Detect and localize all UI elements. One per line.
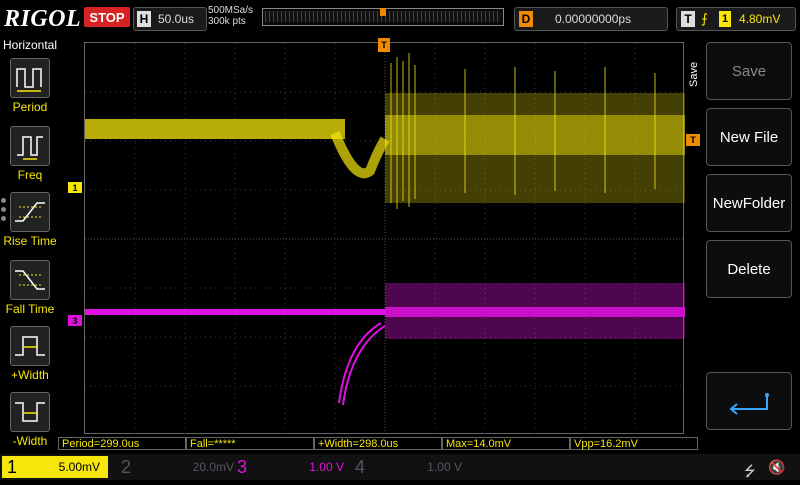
measure-neg-width[interactable]: -Width bbox=[0, 392, 60, 456]
new-folder-button[interactable]: NewFolder bbox=[706, 174, 792, 232]
measure-label: -Width bbox=[12, 434, 48, 448]
brand-logo: RIGOL bbox=[4, 6, 82, 32]
menu-title: Save bbox=[688, 61, 700, 87]
fall-time-icon bbox=[10, 260, 50, 300]
measurement-pos-width[interactable]: +Width=298.0us bbox=[314, 437, 442, 450]
trigger-position-marker[interactable]: T bbox=[378, 38, 390, 52]
edge-trigger-icon: ⨍ bbox=[701, 11, 708, 26]
return-button[interactable] bbox=[706, 372, 792, 430]
status-bar: RIGOL STOP H 50.0us 500MSa/s 300k pts D … bbox=[0, 0, 800, 36]
channel-scale: 20.0mV bbox=[192, 460, 234, 474]
save-button[interactable]: Save bbox=[706, 42, 792, 100]
ch3-offset-marker[interactable]: 3 bbox=[68, 315, 82, 326]
channel-scale: 5.00mV bbox=[58, 460, 100, 474]
measure-label: Period bbox=[12, 100, 48, 114]
period-icon bbox=[10, 58, 50, 98]
measure-label: Fall Time bbox=[5, 302, 55, 316]
trigger-source: 1 bbox=[719, 11, 731, 27]
button-label: New File bbox=[719, 128, 779, 146]
button-label: Delete bbox=[727, 260, 771, 278]
measure-label: Rise Time bbox=[3, 234, 57, 248]
memory-overview bbox=[262, 8, 504, 26]
measurement-vpp[interactable]: Vpp=16.2mV bbox=[570, 437, 698, 450]
channel-4[interactable]: 4 1.00 V bbox=[350, 456, 462, 478]
delete-button[interactable]: Delete bbox=[706, 240, 792, 298]
horizontal-label: H bbox=[137, 11, 151, 27]
channel-1[interactable]: 1 5.00mV bbox=[2, 456, 108, 478]
measure-rise-time[interactable]: Rise Time bbox=[0, 192, 60, 256]
channel-3[interactable]: 3 1.00 V bbox=[232, 456, 348, 478]
acquisition-info: 500MSa/s 300k pts bbox=[208, 5, 253, 27]
measurement-period[interactable]: Period=299.0us bbox=[58, 437, 186, 450]
speaker-muted-icon[interactable]: 🔇 bbox=[768, 459, 785, 476]
button-label: Save bbox=[731, 62, 767, 80]
delay-box[interactable]: D 0.00000000ps bbox=[514, 7, 668, 31]
return-arrow-icon bbox=[729, 393, 769, 415]
memory-depth: 300k pts bbox=[208, 16, 246, 27]
button-label: NewFolder bbox=[712, 194, 786, 212]
channel-2[interactable]: 2 20.0mV bbox=[116, 456, 234, 478]
new-file-button[interactable]: New File bbox=[706, 108, 792, 166]
graticule bbox=[85, 43, 685, 435]
channel-number: 4 bbox=[354, 456, 365, 477]
ch3-trace bbox=[85, 309, 385, 315]
measure-freq[interactable]: Freq bbox=[0, 126, 60, 190]
trigger-level-marker[interactable]: T bbox=[686, 134, 700, 146]
run-stop-indicator[interactable]: STOP bbox=[84, 7, 130, 27]
measure-fall-time[interactable]: Fall Time bbox=[0, 260, 60, 324]
trigger-label: T bbox=[681, 11, 695, 27]
sample-rate: 500MSa/s bbox=[208, 5, 254, 16]
ch1-offset-marker[interactable]: 1 bbox=[68, 182, 82, 193]
usb-icon: ⭍ bbox=[744, 463, 756, 479]
measurement-fall[interactable]: Fall=***** bbox=[186, 437, 314, 450]
measurement-max[interactable]: Max=14.0mV bbox=[442, 437, 570, 450]
delay-value: 0.00000000ps bbox=[555, 12, 632, 26]
trigger-box[interactable]: T ⨍ 1 4.80mV bbox=[676, 7, 796, 31]
channel-scale: 1.00 V bbox=[427, 460, 462, 474]
measure-label: +Width bbox=[11, 368, 49, 382]
neg-width-icon bbox=[10, 392, 50, 432]
rise-time-icon bbox=[10, 192, 50, 232]
ch1-trace bbox=[85, 119, 345, 139]
channel-bar: 1 5.00mV 2 20.0mV 3 1.00 V 4 1.00 V bbox=[0, 454, 800, 480]
trigger-position-marker-icon bbox=[380, 8, 386, 16]
measure-category: Horizontal bbox=[2, 38, 58, 52]
channel-number: 1 bbox=[6, 456, 17, 477]
measurement-bar: Period=299.0us Fall=***** +Width=298.0us… bbox=[58, 437, 700, 451]
channel-scale: 1.00 V bbox=[309, 460, 344, 474]
waveform-display[interactable] bbox=[84, 42, 685, 435]
channel-number: 3 bbox=[236, 456, 247, 477]
timebase-value: 50.0us bbox=[158, 12, 195, 26]
measure-label: Freq bbox=[17, 168, 43, 182]
horizontal-timebase[interactable]: H 50.0us bbox=[133, 7, 207, 31]
freq-icon bbox=[10, 126, 50, 166]
measure-pos-width[interactable]: +Width bbox=[0, 326, 60, 390]
delay-label: D bbox=[519, 11, 533, 27]
measure-period[interactable]: Period bbox=[0, 58, 60, 122]
channel-number: 2 bbox=[120, 456, 131, 477]
trigger-level: 4.80mV bbox=[739, 12, 781, 26]
measure-panel: Horizontal Period Freq Rise Time Fall Ti… bbox=[0, 36, 60, 454]
pos-width-icon bbox=[10, 326, 50, 366]
